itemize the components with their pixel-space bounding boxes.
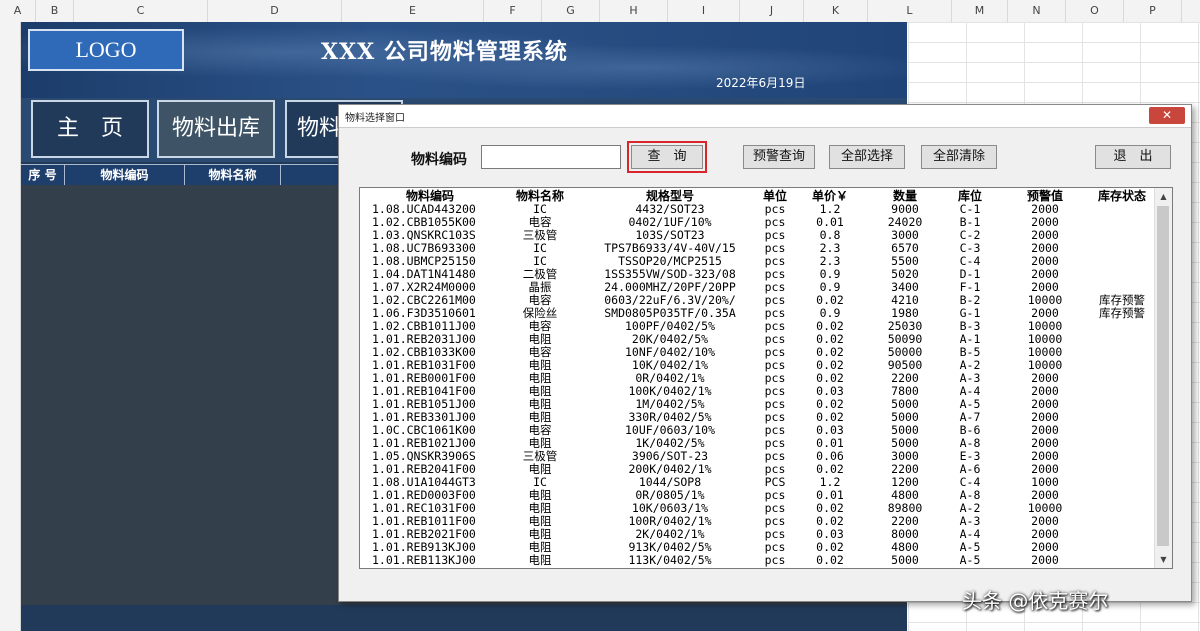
clear-all-button[interactable]: 全部清除: [921, 145, 997, 169]
date-label: 2022年6月19日: [716, 76, 806, 90]
list-cell: 1.01.REB113KJ00: [372, 553, 476, 567]
column-header-row: ABCDEFGHIJKLMNOPQ: [0, 0, 1200, 23]
column-letter[interactable]: B: [36, 0, 74, 22]
nav-home-button[interactable]: 主 页: [31, 100, 149, 158]
column-letter[interactable]: M: [952, 0, 1008, 22]
close-icon[interactable]: ✕: [1149, 107, 1185, 124]
column-letter[interactable]: A: [0, 0, 36, 22]
material-code-label: 物料编码: [411, 152, 467, 168]
column-letter[interactable]: C: [74, 0, 208, 22]
list-cell: 2000: [1031, 553, 1059, 567]
column-letter[interactable]: L: [868, 0, 952, 22]
column-letter[interactable]: P: [1124, 0, 1182, 22]
column-letter[interactable]: N: [1008, 0, 1066, 22]
query-button[interactable]: 查 询: [631, 145, 703, 169]
logo: LOGO: [28, 29, 184, 71]
column-letter[interactable]: Q: [1182, 0, 1200, 22]
column-letter[interactable]: D: [208, 0, 342, 22]
column-letter[interactable]: H: [600, 0, 668, 22]
listbox-column-header: 库存状态: [1097, 189, 1146, 203]
scroll-up-icon[interactable]: ▲: [1155, 188, 1172, 205]
header-name: 物料名称: [185, 165, 281, 185]
listbox-scrollbar[interactable]: ▲ ▼: [1154, 188, 1172, 568]
list-cell: A-5: [959, 553, 981, 567]
banner: LOGO XXX 公司物料管理系统 2022年6月19日: [21, 22, 907, 98]
column-letter[interactable]: E: [342, 0, 484, 22]
list-cell: 113K/0402/5%: [628, 553, 712, 567]
material-select-dialog: 物料选择窗口 ✕ 物料编码 查 询 预警查询 全部选择 全部清除 退 出 物料编…: [338, 104, 1192, 602]
dashboard-footer: [21, 605, 907, 631]
nav-outbound-button[interactable]: 物料出库: [157, 100, 275, 158]
column-letter[interactable]: G: [542, 0, 600, 22]
list-item[interactable]: 1.01.REB113KJ00 电阻 113K/0402/5% pcs 0.02 5000…: [360, 554, 1156, 567]
alert-query-button[interactable]: 预警查询: [743, 145, 815, 169]
list-cell: 电阻: [528, 553, 552, 567]
watermark: 头条 @依克赛尔: [962, 589, 1109, 613]
column-letter[interactable]: F: [484, 0, 542, 22]
header-index: 序 号: [21, 165, 65, 185]
material-code-input[interactable]: [481, 145, 621, 169]
list-cell: 库存预警: [1099, 306, 1145, 320]
app-title: XXX 公司物料管理系统: [321, 39, 568, 65]
scroll-down-icon[interactable]: ▼: [1155, 551, 1172, 568]
column-letter[interactable]: I: [668, 0, 740, 22]
header-code: 物料编码: [65, 165, 185, 185]
dialog-title: 物料选择窗口: [345, 113, 405, 124]
exit-button[interactable]: 退 出: [1095, 145, 1171, 169]
column-letter[interactable]: J: [740, 0, 804, 22]
scroll-thumb[interactable]: [1157, 206, 1169, 546]
select-all-button[interactable]: 全部选择: [829, 145, 905, 169]
list-cell: 5000: [891, 553, 919, 567]
list-cell: pcs: [764, 553, 786, 567]
dialog-titlebar: 物料选择窗口 ✕: [339, 105, 1191, 128]
row-gutter: [0, 22, 21, 631]
column-letter[interactable]: K: [804, 0, 868, 22]
list-cell: 0.02: [816, 553, 844, 567]
material-listbox[interactable]: 物料编码 物料名称 规格型号 单位 单价￥ 数量 库位 预警值 库存状态 ▲ ▼ 1.08.UC…: [359, 187, 1173, 569]
column-letter[interactable]: O: [1066, 0, 1124, 22]
